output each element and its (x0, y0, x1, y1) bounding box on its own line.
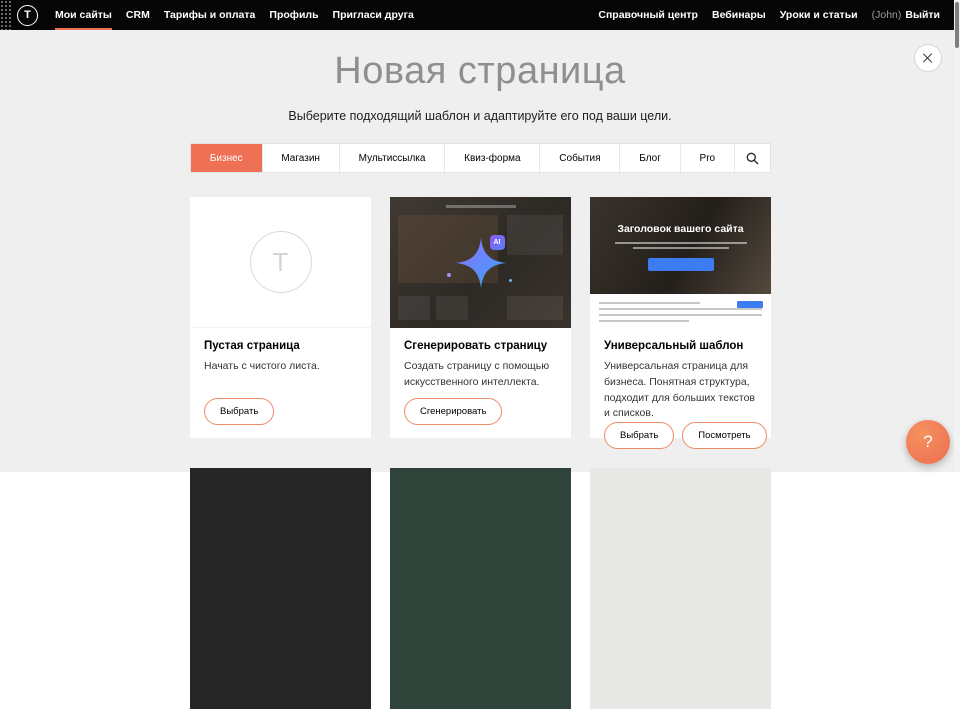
preview-decor (446, 205, 516, 208)
scrollbar-thumb[interactable] (955, 2, 959, 48)
nav-profile[interactable]: Профиль (269, 0, 318, 30)
card-actions: Выбрать Посмотреть (604, 422, 757, 449)
card-title: Пустая страница (204, 340, 357, 352)
template-card-universal: Заголовок вашего сайта Универсальный шаб… (590, 197, 771, 438)
tilda-watermark-letter: T (273, 247, 289, 278)
select-blank-button[interactable]: Выбрать (204, 398, 274, 425)
logout-label: Выйти (905, 9, 940, 21)
main-nav: Мои сайты CRM Тарифы и оплата Профиль Пр… (55, 0, 414, 30)
tab-events[interactable]: События (539, 144, 619, 172)
nav-logout[interactable]: (John) Выйти (872, 9, 940, 21)
preview-cta-shape (648, 258, 714, 271)
nav-help-center[interactable]: Справочный центр (598, 9, 698, 21)
nav-webinars[interactable]: Вебинары (712, 9, 766, 21)
preview-link-shape (737, 301, 763, 308)
nav-plans-payment[interactable]: Тарифы и оплата (164, 0, 256, 30)
nav-label: Мои сайты (55, 9, 112, 21)
secondary-nav: Справочный центр Вебинары Уроки и статьи… (598, 9, 960, 21)
card-body: Пустая страница Начать с чистого листа. … (190, 328, 371, 438)
nav-label: Вебинары (712, 9, 766, 21)
tilda-watermark-icon: T (250, 231, 312, 293)
nav-label: Уроки и статьи (780, 9, 858, 21)
new-page-modal: Новая страница Выберите подходящий шабло… (0, 30, 960, 472)
user-name: (John) (872, 9, 902, 21)
nav-lessons-articles[interactable]: Уроки и статьи (780, 9, 858, 21)
nav-label: Пригласи друга (333, 9, 414, 21)
template-card-partial[interactable] (190, 468, 371, 709)
card-actions: Выбрать (204, 398, 357, 425)
tab-multilink[interactable]: Мультиссылка (339, 144, 445, 172)
search-icon (746, 152, 759, 165)
card-body: Сгенерировать страницу Создать страницу … (390, 328, 571, 438)
nav-crm[interactable]: CRM (126, 0, 150, 30)
nav-label: CRM (126, 9, 150, 21)
card-description: Универсальная страница для бизнеса. Поня… (604, 359, 757, 422)
tab-shop[interactable]: Магазин (262, 144, 339, 172)
preview-heading: Заголовок вашего сайта (617, 223, 743, 235)
tab-pro[interactable]: Pro (680, 144, 734, 172)
template-card-blank: T Пустая страница Начать с чистого листа… (190, 197, 371, 438)
generate-button[interactable]: Сгенерировать (404, 398, 502, 425)
card-title: Сгенерировать страницу (404, 340, 557, 352)
template-card-partial[interactable] (390, 468, 571, 709)
template-card-partial[interactable] (590, 468, 771, 709)
nav-label: Справочный центр (598, 9, 698, 21)
preview-body-text (590, 294, 771, 328)
scrollbar[interactable] (954, 0, 960, 472)
page-title: Новая страница (0, 50, 960, 93)
preview-text-line (599, 302, 700, 304)
card-description: Создать страницу с помощью искусственног… (404, 359, 557, 391)
tab-business[interactable]: Бизнес (191, 144, 262, 172)
universal-card-preview[interactable]: Заголовок вашего сайта (590, 197, 771, 328)
nav-invite-friend[interactable]: Пригласи друга (333, 0, 414, 30)
card-body: Универсальный шаблон Универсальная стран… (590, 328, 771, 462)
preview-decor (507, 215, 563, 255)
tilda-logo[interactable]: T (17, 5, 38, 26)
tab-blog[interactable]: Блог (619, 144, 679, 172)
preview-decor (507, 296, 563, 320)
nav-label: Тарифы и оплата (164, 9, 256, 21)
ai-badge: AI (490, 235, 505, 250)
topbar: T Мои сайты CRM Тарифы и оплата Профиль … (0, 0, 960, 30)
page-subtitle: Выберите подходящий шаблон и адаптируйте… (0, 109, 960, 123)
ai-card-preview[interactable]: AI (390, 197, 571, 328)
preview-hero: Заголовок вашего сайта (590, 197, 771, 294)
nav-label: Профиль (269, 9, 318, 21)
preview-decor (398, 296, 430, 320)
card-actions: Сгенерировать (404, 398, 557, 425)
card-description: Начать с чистого листа. (204, 359, 357, 375)
preview-text-bar (633, 247, 729, 249)
tilda-logo-letter: T (24, 9, 31, 21)
preview-text-bar (615, 242, 747, 244)
preview-decor (436, 296, 468, 320)
tab-quiz-form[interactable]: Квиз-форма (444, 144, 539, 172)
template-category-tabs: Бизнес Магазин Мультиссылка Квиз-форма С… (190, 143, 771, 173)
preview-universal-button[interactable]: Посмотреть (682, 422, 766, 449)
blank-card-preview[interactable]: T (190, 197, 371, 328)
sparkle-icon (447, 273, 451, 277)
template-grid: T Пустая страница Начать с чистого листа… (190, 197, 771, 709)
card-title: Универсальный шаблон (604, 340, 757, 352)
preview-text-line (599, 308, 762, 310)
preview-text-line (599, 314, 762, 316)
select-universal-button[interactable]: Выбрать (604, 422, 674, 449)
help-button[interactable]: ? (906, 420, 950, 464)
preview-text-line (599, 320, 689, 322)
tab-search[interactable] (734, 144, 770, 172)
dot-texture-pattern (0, 0, 13, 30)
template-card-ai: AI Сгенерировать страницу Создать страни… (390, 197, 571, 438)
question-icon: ? (923, 432, 932, 452)
nav-my-sites[interactable]: Мои сайты (55, 0, 112, 30)
sparkle-icon (509, 279, 512, 282)
